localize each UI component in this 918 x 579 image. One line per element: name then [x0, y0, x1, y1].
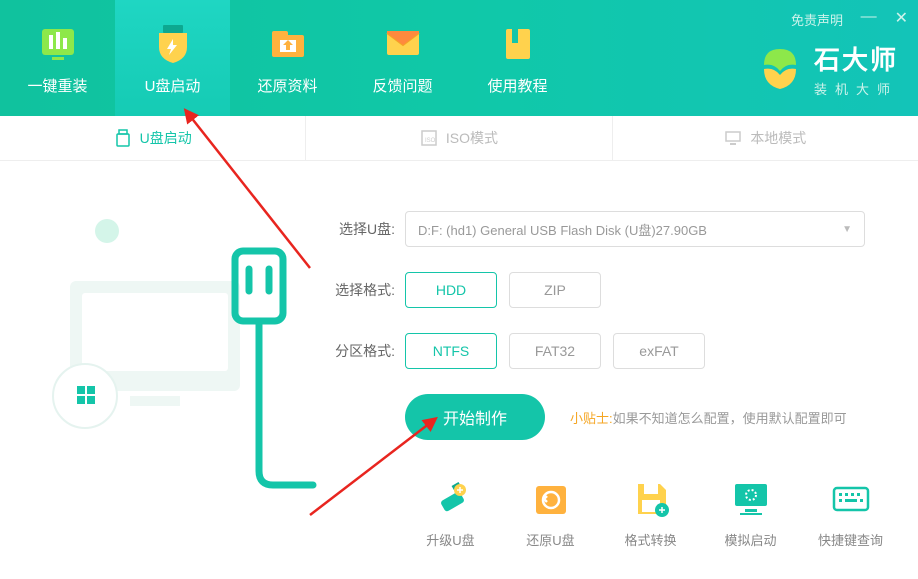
tool-label: 升级U盘	[426, 530, 474, 549]
main-content: 选择U盘: D:F: (hd1) General USB Flash Disk …	[0, 161, 918, 471]
partition-fat32-button[interactable]: FAT32	[509, 333, 601, 369]
brand: 石大师 装机大师	[756, 40, 898, 98]
tool-upgrade-usb[interactable]: 升级U盘	[413, 478, 488, 549]
brand-title: 石大师	[814, 40, 898, 77]
tool-label: 快捷键查询	[818, 530, 883, 549]
monitor-play-icon	[730, 478, 772, 520]
subtab-label: 本地模式	[750, 128, 806, 148]
tip-text: 如果不知道怎么配置，使用默认配置即可	[613, 411, 847, 426]
tool-hotkey-lookup[interactable]: 快捷键查询	[813, 478, 888, 549]
partition-exfat-button[interactable]: exFAT	[613, 333, 705, 369]
book-icon	[496, 21, 540, 65]
keyboard-icon	[830, 478, 872, 520]
floppy-icon	[630, 478, 672, 520]
bottom-tools: 升级U盘 还原U盘 格式转换 模拟启动 快捷键查询	[413, 478, 888, 549]
usb-illustration	[0, 191, 320, 471]
usb-select-value: D:F: (hd1) General USB Flash Disk (U盘)27…	[418, 220, 707, 239]
nav-restore-data[interactable]: 还原资料	[230, 0, 345, 116]
svg-text:ISO: ISO	[425, 138, 436, 144]
format-hdd-button[interactable]: HDD	[405, 272, 497, 308]
tip-label: 小贴士:	[570, 411, 613, 426]
brand-sub: 装机大师	[814, 79, 898, 98]
subtab-iso-mode[interactable]: ISO ISO模式	[306, 116, 612, 160]
nav-tutorial[interactable]: 使用教程	[460, 0, 575, 116]
nav-label: 反馈问题	[372, 75, 432, 96]
tool-restore-usb[interactable]: 还原U盘	[513, 478, 588, 549]
usb-upgrade-icon	[430, 478, 472, 520]
nav-one-click-reinstall[interactable]: 一键重装	[0, 0, 115, 116]
tool-label: 格式转换	[624, 530, 676, 549]
nav-label: 使用教程	[487, 75, 547, 96]
subtab-usb-boot[interactable]: U盘启动	[0, 116, 306, 160]
nav-label: 还原资料	[257, 75, 317, 96]
start-create-button[interactable]: 开始制作	[405, 394, 545, 440]
tool-simulate-boot[interactable]: 模拟启动	[713, 478, 788, 549]
format-label: 选择格式:	[320, 280, 395, 300]
subtabs: U盘启动 ISO ISO模式 本地模式	[0, 116, 918, 161]
usb-restore-icon	[530, 478, 572, 520]
header-bar: 免责声明 — ✕ 一键重装 U盘启动 还原资料 反馈问	[0, 0, 918, 116]
shield-usb-icon	[151, 21, 195, 65]
monitor-icon	[724, 129, 742, 147]
subtab-local-mode[interactable]: 本地模式	[613, 116, 918, 160]
folder-up-icon	[266, 21, 310, 65]
subtab-label: ISO模式	[446, 128, 498, 148]
bar-chart-icon	[36, 21, 80, 65]
nav-label: U盘启动	[145, 75, 201, 96]
tool-label: 还原U盘	[526, 530, 574, 549]
partition-ntfs-button[interactable]: NTFS	[405, 333, 497, 369]
brand-logo-icon	[756, 45, 804, 93]
nav-label: 一键重装	[27, 75, 87, 96]
partition-label: 分区格式:	[320, 341, 395, 361]
minimize-button[interactable]: —	[861, 8, 877, 28]
tool-label: 模拟启动	[724, 530, 776, 549]
subtab-label: U盘启动	[140, 128, 192, 148]
main-nav: 一键重装 U盘启动 还原资料 反馈问题 使用教程	[0, 0, 575, 116]
envelope-icon	[381, 21, 425, 65]
nav-usb-boot[interactable]: U盘启动	[115, 0, 230, 116]
usb-icon	[114, 129, 132, 147]
tip: 小贴士:如果不知道怎么配置，使用默认配置即可	[570, 408, 847, 427]
usb-select-label: 选择U盘:	[320, 219, 395, 239]
tool-format-convert[interactable]: 格式转换	[613, 478, 688, 549]
config-form: 选择U盘: D:F: (hd1) General USB Flash Disk …	[320, 191, 918, 471]
format-zip-button[interactable]: ZIP	[509, 272, 601, 308]
chevron-down-icon: ▼	[842, 224, 852, 235]
window-controls: — ✕	[861, 8, 908, 28]
nav-feedback[interactable]: 反馈问题	[345, 0, 460, 116]
iso-icon: ISO	[420, 129, 438, 147]
close-button[interactable]: ✕	[895, 8, 908, 28]
usb-select[interactable]: D:F: (hd1) General USB Flash Disk (U盘)27…	[405, 211, 865, 247]
disclaimer-link[interactable]: 免责声明	[791, 10, 843, 29]
